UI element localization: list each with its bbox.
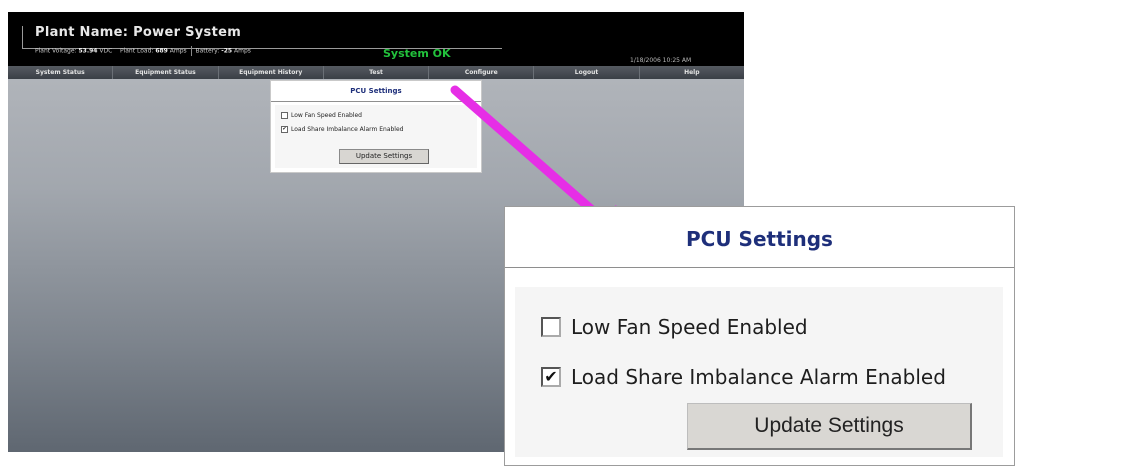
arrow-shaft	[450, 85, 613, 229]
zoom-update-settings-button[interactable]: Update Settings	[687, 403, 972, 450]
zoom-low-fan-speed-label: Low Fan Speed Enabled	[571, 315, 808, 339]
pcu-settings-zoom: PCU Settings Low Fan Speed Enabled ✔ Loa…	[504, 206, 1015, 466]
zoom-low-fan-speed-checkbox[interactable]	[541, 317, 561, 337]
zoom-load-share-option: ✔ Load Share Imbalance Alarm Enabled	[541, 365, 946, 389]
zoom-low-fan-speed-option: Low Fan Speed Enabled	[541, 315, 808, 339]
zoom-body: Low Fan Speed Enabled ✔ Load Share Imbal…	[515, 287, 1003, 457]
zoom-title: PCU Settings	[505, 207, 1014, 268]
zoom-load-share-checkbox[interactable]: ✔	[541, 367, 561, 387]
zoom-load-share-label: Load Share Imbalance Alarm Enabled	[571, 365, 946, 389]
